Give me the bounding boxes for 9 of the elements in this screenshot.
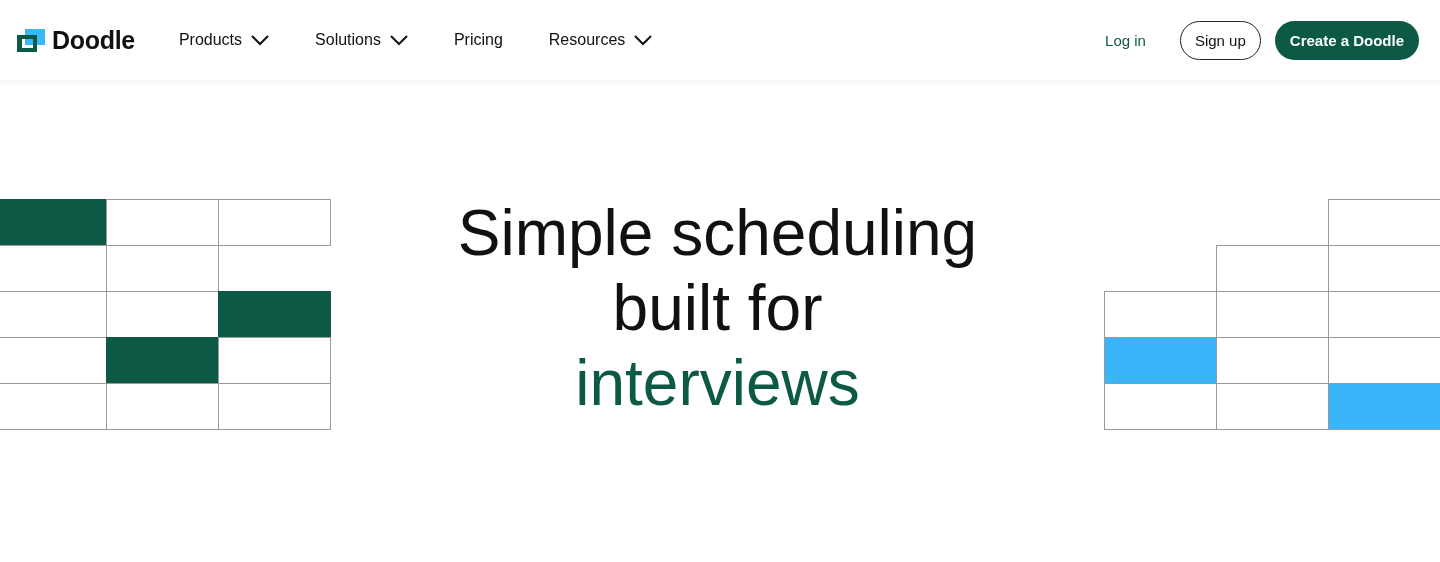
logo-text: Doodle (52, 25, 135, 55)
login-link[interactable]: Log in (1085, 31, 1166, 49)
nav-menu[interactable]: Pricing (453, 31, 503, 49)
hero-heading: Simple scheduling built for interviews (457, 196, 978, 421)
nav-menu[interactable]: Resources (548, 31, 653, 49)
nav-menu[interactable]: Solutions (315, 31, 408, 49)
nav-menu[interactable]: Products (178, 31, 270, 49)
create-button[interactable]: Create a Doodle (1274, 20, 1419, 60)
logo-icon (17, 28, 45, 52)
